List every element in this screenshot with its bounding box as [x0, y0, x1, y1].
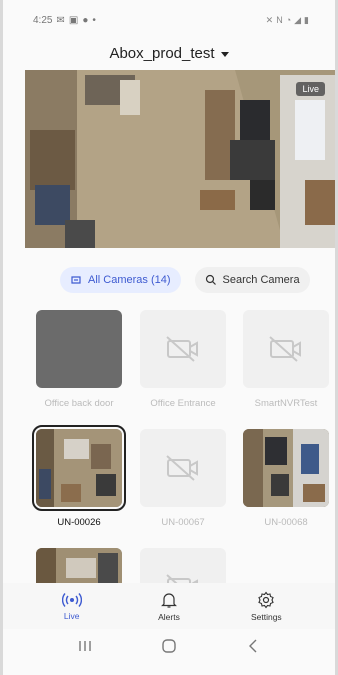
camera-name: UN-00026: [57, 517, 101, 528]
camera-off-icon: [269, 336, 301, 362]
camera-snapshot-image: [243, 429, 329, 507]
nav-live[interactable]: Live: [37, 592, 107, 621]
status-bar: 4:25 ✉ ▣ ● • ✕ N ◔ ◢ ▮: [3, 0, 335, 40]
live-badge: Live: [296, 82, 325, 96]
camera-tile[interactable]: Office back door: [36, 310, 122, 409]
camera-name: UN-00067: [161, 517, 205, 528]
bell-icon: [161, 592, 177, 608]
office-scene-image: [25, 70, 335, 248]
back-icon[interactable]: [245, 638, 261, 654]
mail-icon: ✉: [56, 14, 65, 26]
camera-thumbnail: [140, 429, 226, 507]
live-camera-view[interactable]: Live: [25, 70, 335, 248]
nav-settings-label: Settings: [250, 611, 282, 622]
camera-snapshot-image: [36, 429, 122, 507]
nav-live-label: Live: [63, 610, 80, 621]
phone-screen: 4:25 ✉ ▣ ● • ✕ N ◔ ◢ ▮ Abox_prod_test Li…: [0, 0, 338, 675]
all-cameras-label: All Cameras (14): [88, 274, 171, 286]
battery-icon: ▮: [304, 14, 309, 25]
camera-name: Office back door: [44, 398, 114, 409]
image-icon: ▣: [68, 14, 79, 26]
wifi-icon: ◔: [285, 15, 292, 25]
camera-list-icon: [71, 276, 81, 284]
camera-off-icon: [166, 336, 198, 362]
home-icon[interactable]: [161, 638, 177, 654]
nfc-icon: N: [276, 15, 283, 25]
signal-icon: ◢: [294, 14, 302, 25]
search-camera-button[interactable]: Search Camera: [194, 267, 310, 293]
camera-thumbnail: [36, 310, 122, 388]
nav-settings[interactable]: Settings: [231, 591, 301, 622]
chevron-down-icon: [220, 51, 229, 57]
camera-tile[interactable]: UN-00067: [140, 429, 226, 528]
system-nav-bar: [3, 631, 335, 661]
camera-name: SmartNVRTest: [254, 398, 318, 409]
camera-name: UN-00068: [264, 517, 308, 528]
all-cameras-chip[interactable]: All Cameras (14): [60, 267, 181, 293]
search-icon: [205, 274, 216, 285]
camera-tile[interactable]: UN-00026: [32, 425, 126, 528]
camera-tile[interactable]: SmartNVRTest: [243, 310, 329, 409]
camera-thumbnail: [243, 310, 329, 388]
status-time: 4:25: [33, 14, 53, 26]
live-broadcast-icon: [61, 592, 82, 607]
camera-tile[interactable]: UN-00068: [243, 429, 329, 528]
camera-tile[interactable]: Office Entrance: [140, 310, 226, 409]
page-title: Abox_prod_test: [109, 44, 215, 62]
nav-alerts-label: Alerts: [158, 611, 180, 622]
search-camera-label: Search Camera: [222, 274, 300, 286]
filter-bar: All Cameras (14) Search Camera: [60, 267, 310, 293]
notification-icon: ●: [82, 14, 89, 26]
dot-icon: •: [92, 14, 96, 26]
camera-thumbnail: [243, 429, 329, 507]
camera-thumbnail: [140, 310, 226, 388]
site-selector[interactable]: Abox_prod_test: [3, 42, 335, 64]
camera-off-icon: [166, 455, 198, 481]
camera-thumbnail: [32, 425, 126, 511]
gear-icon: [258, 591, 275, 608]
camera-name: Office Entrance: [150, 398, 216, 409]
bottom-nav: Live Alerts Settings: [3, 583, 335, 629]
recents-icon[interactable]: [77, 639, 93, 653]
nav-alerts[interactable]: Alerts: [134, 591, 204, 622]
mute-icon: ✕: [265, 14, 274, 25]
